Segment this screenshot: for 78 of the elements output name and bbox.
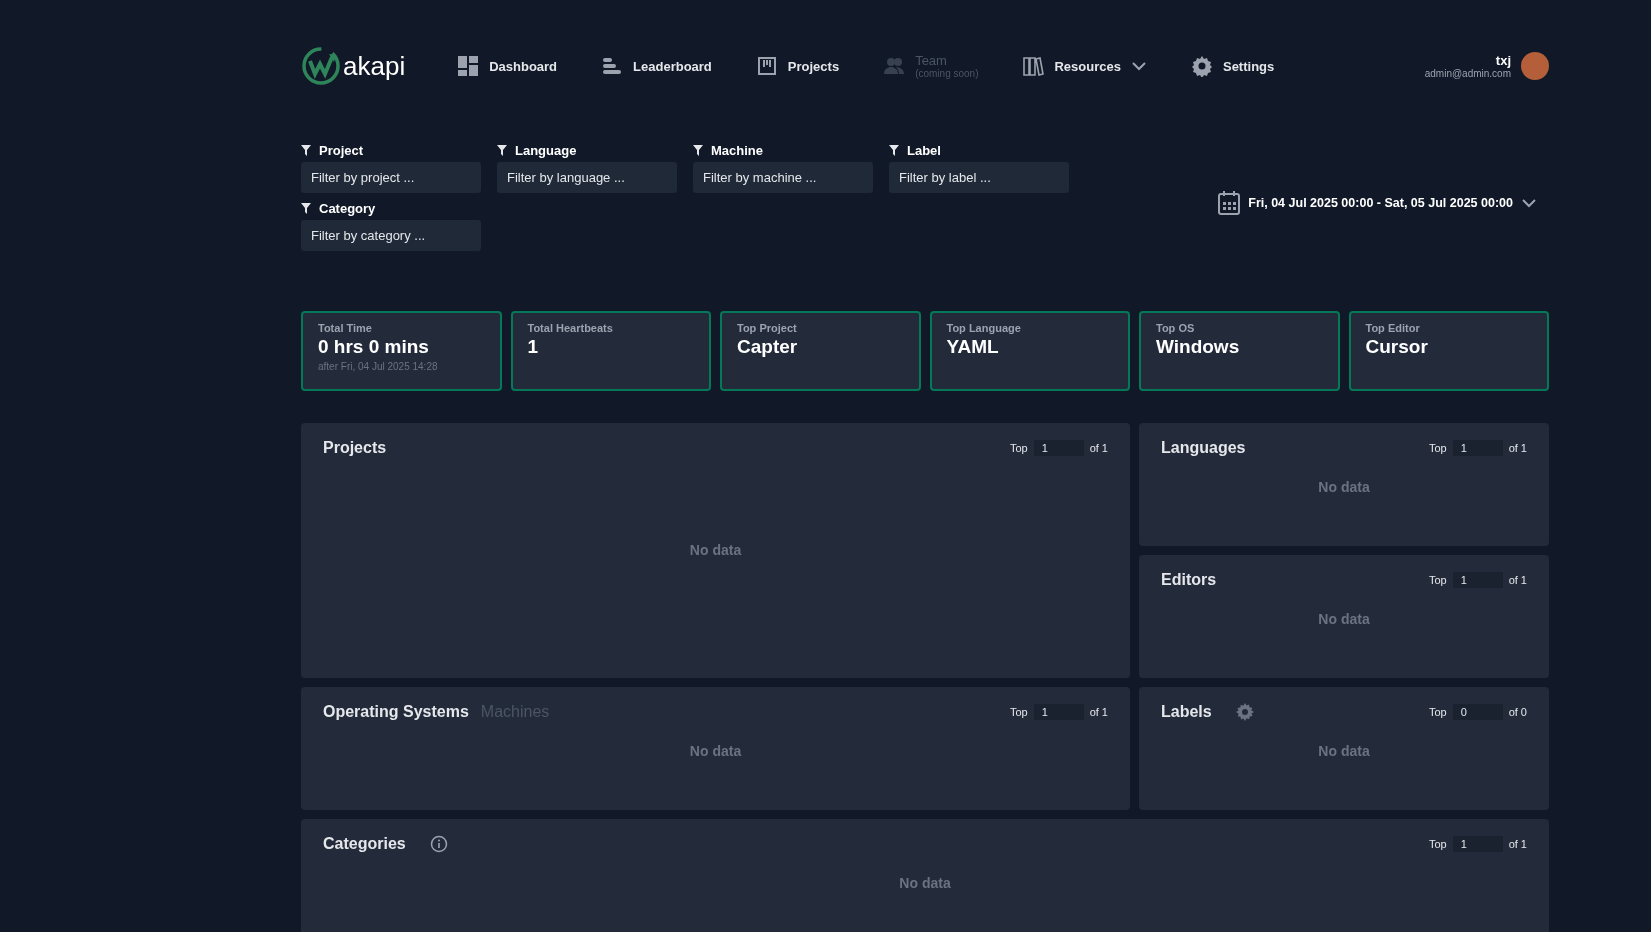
filter-label: Project xyxy=(319,143,364,158)
filter-label: Label xyxy=(907,143,941,158)
stat-value: Cursor xyxy=(1365,336,1429,358)
filter-label: Category xyxy=(319,201,376,216)
user-email: admin@admin.com xyxy=(1424,68,1511,79)
top-count-field[interactable]: 1 xyxy=(1033,440,1084,456)
stat-value: 1 xyxy=(527,336,540,358)
stat-value: 0 hrs 0 mins xyxy=(318,336,430,358)
logo-icon xyxy=(301,46,341,86)
filter-label: Machine xyxy=(711,143,763,158)
total-count: of 1 xyxy=(1089,706,1108,718)
total-count: of 1 xyxy=(1508,838,1527,850)
filter-icon xyxy=(301,145,311,156)
filter-icon xyxy=(693,145,703,156)
avatar[interactable] xyxy=(1521,52,1549,80)
filter-field[interactable]: Filter by machine ... xyxy=(693,162,873,193)
top-count-field[interactable]: 1 xyxy=(1452,836,1503,852)
settings-icon xyxy=(1190,55,1213,77)
stat-value: YAML xyxy=(946,336,1000,358)
nav-link[interactable]: Settings xyxy=(1190,55,1275,77)
top-label: Top xyxy=(1009,706,1028,718)
top-label: Top xyxy=(1428,442,1447,454)
filter-icon xyxy=(301,203,311,214)
panel-tab[interactable]: Operating Systems xyxy=(323,703,469,721)
top-label: Top xyxy=(1428,838,1447,850)
board-icon xyxy=(755,55,778,77)
people-icon xyxy=(883,55,906,77)
bars-icon xyxy=(601,55,624,77)
panel-tab[interactable]: Languages xyxy=(1161,439,1246,457)
panel-tab[interactable]: Projects xyxy=(323,439,387,457)
empty-message: No data xyxy=(1318,479,1370,495)
books-icon xyxy=(1022,55,1045,77)
stat-label: Top Editor xyxy=(1365,322,1421,334)
stat-label: Total Time xyxy=(318,322,373,334)
empty-message: No data xyxy=(689,743,742,759)
user-name: txj xyxy=(1495,53,1511,68)
empty-message: No data xyxy=(689,541,742,558)
settings-icon xyxy=(1235,703,1254,721)
panel-tab[interactable]: Categories xyxy=(323,835,406,853)
filter-field[interactable]: Filter by project ... xyxy=(301,162,481,193)
nav-link[interactable]: Resources xyxy=(1022,55,1147,77)
stat-value: Capter xyxy=(737,336,799,358)
nav-link[interactable]: Leaderboard xyxy=(601,55,712,77)
top-label: Top xyxy=(1428,574,1447,586)
stat-label: Top OS xyxy=(1156,322,1196,334)
filter-label: Language xyxy=(515,143,577,158)
stat-label: Total Heartbeats xyxy=(527,322,614,334)
stat-note: after Fri, 04 Jul 2025 14:28 xyxy=(318,361,439,372)
top-label: Top xyxy=(1428,706,1447,718)
top-count-field[interactable]: 1 xyxy=(1452,440,1503,456)
top-label: Top xyxy=(1009,442,1028,454)
date-range[interactable]: Fri, 04 Jul 2025 00:00 - Sat, 05 Jul 2025 00:00 xyxy=(1248,196,1513,210)
panel-tab[interactable]: Editors xyxy=(1161,571,1217,589)
filter-icon xyxy=(889,145,899,156)
filter-icon xyxy=(497,145,507,156)
empty-message: No data xyxy=(1318,743,1370,759)
logo-text: akapi xyxy=(343,50,406,82)
nav-link[interactable]: Dashboard xyxy=(457,55,558,77)
stat-label: Top Project xyxy=(737,322,798,334)
calendar-icon xyxy=(1218,191,1241,215)
info-icon xyxy=(429,835,448,853)
empty-message: No data xyxy=(899,875,951,891)
nav-link[interactable]: Projects xyxy=(755,55,840,77)
empty-message: No data xyxy=(1318,611,1370,627)
total-count: of 1 xyxy=(1508,574,1527,586)
dashboard-icon xyxy=(457,55,480,77)
top-count-field[interactable]: 1 xyxy=(1033,704,1084,720)
total-count: of 1 xyxy=(1089,442,1108,454)
stat-value: Windows xyxy=(1156,336,1241,358)
filter-field[interactable]: Filter by label ... xyxy=(889,162,1069,193)
total-count: of 0 xyxy=(1508,706,1527,718)
stat-label: Top Language xyxy=(946,322,1022,334)
top-count-field[interactable]: 1 xyxy=(1452,572,1503,588)
total-count: of 1 xyxy=(1508,442,1527,454)
filter-field[interactable]: Filter by language ... xyxy=(497,162,677,193)
filter-field[interactable]: Filter by category ... xyxy=(301,220,481,251)
panel-tab[interactable]: Labels xyxy=(1161,703,1212,721)
top-count-field[interactable]: 0 xyxy=(1452,704,1503,720)
